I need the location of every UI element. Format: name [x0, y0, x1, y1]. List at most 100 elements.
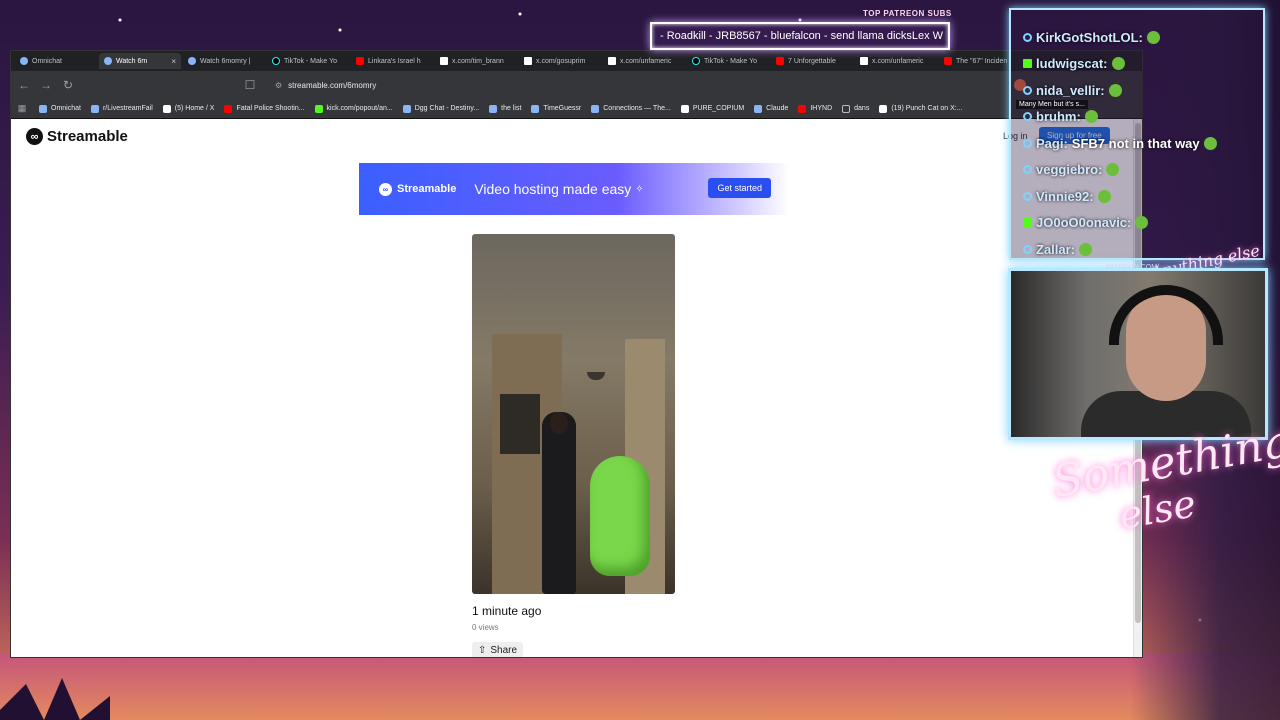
user-badge-icon	[1023, 85, 1032, 95]
globe-icon	[531, 104, 540, 113]
chat-message: KirkGotShotLOL:	[1023, 24, 1251, 51]
tab-label: TikTok - Make Yo	[284, 57, 338, 65]
bookmark-label: Dgg Chat - Destiny...	[414, 105, 480, 112]
chat-username: Zallar:	[1036, 241, 1076, 257]
get-started-button[interactable]: Get started	[708, 178, 771, 198]
x-icon	[524, 57, 532, 65]
streamable-icon	[188, 57, 196, 65]
bookmark-label: Claude	[766, 105, 789, 112]
pepe-emote-icon	[1108, 83, 1122, 97]
chat-username: KirkGotShotLOL:	[1036, 29, 1143, 45]
bookmark-2[interactable]: (5) Home / X	[162, 104, 214, 113]
connections-icon	[591, 104, 600, 113]
video-cabinet	[500, 394, 540, 454]
folder-icon	[842, 104, 851, 113]
bookmark-6[interactable]: the list	[489, 104, 521, 113]
headphones-icon	[1109, 285, 1223, 345]
pinterest-icon	[489, 104, 498, 113]
address-bar[interactable]: ⚙ streamable.com/6momry	[265, 75, 1006, 95]
pepe-emote-icon	[1135, 216, 1149, 230]
pepe-emote-icon	[1111, 57, 1125, 71]
url-text: streamable.com/6momry	[288, 80, 377, 90]
banner-logo-icon: ∞	[379, 182, 392, 196]
bookmark-3[interactable]: Fatal Police Shootin...	[224, 104, 305, 113]
tab-2[interactable]: Watch 6momry |	[183, 53, 265, 69]
claude-icon	[754, 104, 763, 113]
video-player[interactable]	[472, 234, 675, 594]
bookmark-7[interactable]: TimeGuessr	[531, 104, 582, 113]
pepe-emote-icon	[1203, 136, 1217, 150]
bookmark-label: TimeGuessr	[543, 105, 582, 112]
share-button[interactable]: ⇧ Share	[472, 642, 524, 657]
bookmark-9[interactable]: PURE_COPIUM	[680, 104, 744, 113]
pepe-emote-icon	[1106, 163, 1120, 177]
back-icon[interactable]: ←	[17, 78, 31, 92]
tab-10[interactable]: x.com/unfameric	[855, 53, 937, 69]
bookmark-icon[interactable]: ☐	[243, 78, 257, 92]
tab-label: Watch 6momry |	[200, 57, 251, 65]
bookmark-8[interactable]: Connections — The...	[591, 104, 671, 113]
user-badge-icon	[1023, 244, 1032, 254]
tab-bar: Omnichat Watch 6m × Watch 6momry | TikTok - …	[11, 51, 1142, 71]
tab-9[interactable]: 7 Unforgettable	[771, 53, 853, 69]
omnichat-icon	[20, 57, 28, 65]
streamable-logo[interactable]: ∞ Streamable	[26, 128, 128, 145]
youtube-icon	[776, 57, 784, 65]
bookmark-0[interactable]: Omnichat	[39, 104, 81, 113]
apps-icon[interactable]: ▦	[15, 103, 29, 114]
chat-username: veggiebro:	[1036, 162, 1103, 178]
tab-4[interactable]: Linkara's Israel h	[351, 53, 433, 69]
chat-text: SFB7 not in that way	[1071, 135, 1200, 151]
user-badge-icon	[1023, 191, 1032, 201]
bookmark-4[interactable]: kick.com/popout/an...	[314, 104, 393, 113]
x-icon	[608, 57, 616, 65]
streamable-logo-icon: ∞	[26, 128, 43, 145]
reload-icon[interactable]: ↻	[61, 78, 75, 92]
video-ceiling-lamp	[587, 372, 605, 380]
pepe-emote-icon	[1146, 30, 1160, 44]
tab-5[interactable]: x.com/tim_brann	[435, 53, 517, 69]
bookmark-1[interactable]: r/LivestreamFail	[90, 104, 153, 113]
bookmark-13[interactable]: (19) Punch Cat on X:...	[879, 104, 963, 113]
browser-window: Omnichat Watch 6m × Watch 6momry | TikTok - …	[10, 50, 1143, 658]
video-person-head	[550, 412, 568, 434]
nav-bar: ← → ↻ ☐ ⚙ streamable.com/6momry	[11, 71, 1142, 99]
chat-username: JO0oO0onavic:	[1036, 215, 1132, 231]
promo-banner[interactable]: ∞ Streamable Video hosting made easy ✧ G…	[359, 163, 789, 215]
stream-chat: KirkGotShotLOL: ludwigscat: nida_vellir: br…	[1009, 8, 1265, 260]
view-count: 0 views	[472, 623, 499, 632]
reddit-icon	[90, 104, 99, 113]
bookmark-label: kick.com/popout/an...	[326, 105, 393, 112]
banner-logo: ∞ Streamable	[379, 182, 456, 196]
bookmark-11[interactable]: IHYND	[798, 104, 832, 113]
close-tab-icon[interactable]: ×	[171, 57, 176, 66]
video-person	[542, 412, 576, 594]
bookmark-10[interactable]: Claude	[754, 104, 789, 113]
x-icon	[440, 57, 448, 65]
tab-label: Linkara's Israel h	[368, 57, 421, 65]
bookmark-5[interactable]: Dgg Chat - Destiny...	[402, 104, 480, 113]
share-label: Share	[490, 645, 518, 656]
user-badge-icon	[1023, 165, 1032, 175]
tab-0[interactable]: Omnichat	[15, 53, 97, 69]
tab-6[interactable]: x.com/gosuprim	[519, 53, 601, 69]
site-info-icon[interactable]: ⚙	[275, 81, 282, 90]
share-icon: ⇧	[478, 645, 487, 656]
chat-message: JO0oO0onavic:	[1023, 210, 1251, 237]
tab-label: Watch 6m	[116, 57, 148, 65]
tab-8[interactable]: TikTok - Make Yo	[687, 53, 769, 69]
user-badge-icon	[1023, 112, 1032, 122]
tab-label: Omnichat	[32, 57, 62, 65]
bookmark-12[interactable]: dans	[842, 104, 869, 113]
user-badge-icon	[1023, 138, 1032, 148]
tab-label: 7 Unforgettable	[788, 57, 836, 65]
forward-icon[interactable]: →	[39, 78, 53, 92]
tab-7[interactable]: x.com/unfameric	[603, 53, 685, 69]
tab-3[interactable]: TikTok - Make Yo	[267, 53, 349, 69]
tab-label: x.com/tim_brann	[452, 57, 504, 65]
tab-1[interactable]: Watch 6m ×	[99, 53, 181, 69]
sparkle-icon: ✧	[635, 183, 644, 195]
bookmarks-bar: ▦ Omnichat r/LivestreamFail (5) Home / X Fa…	[11, 99, 1142, 119]
logo-text: Streamable	[47, 128, 128, 145]
chat-username: Pagi:	[1036, 135, 1068, 151]
